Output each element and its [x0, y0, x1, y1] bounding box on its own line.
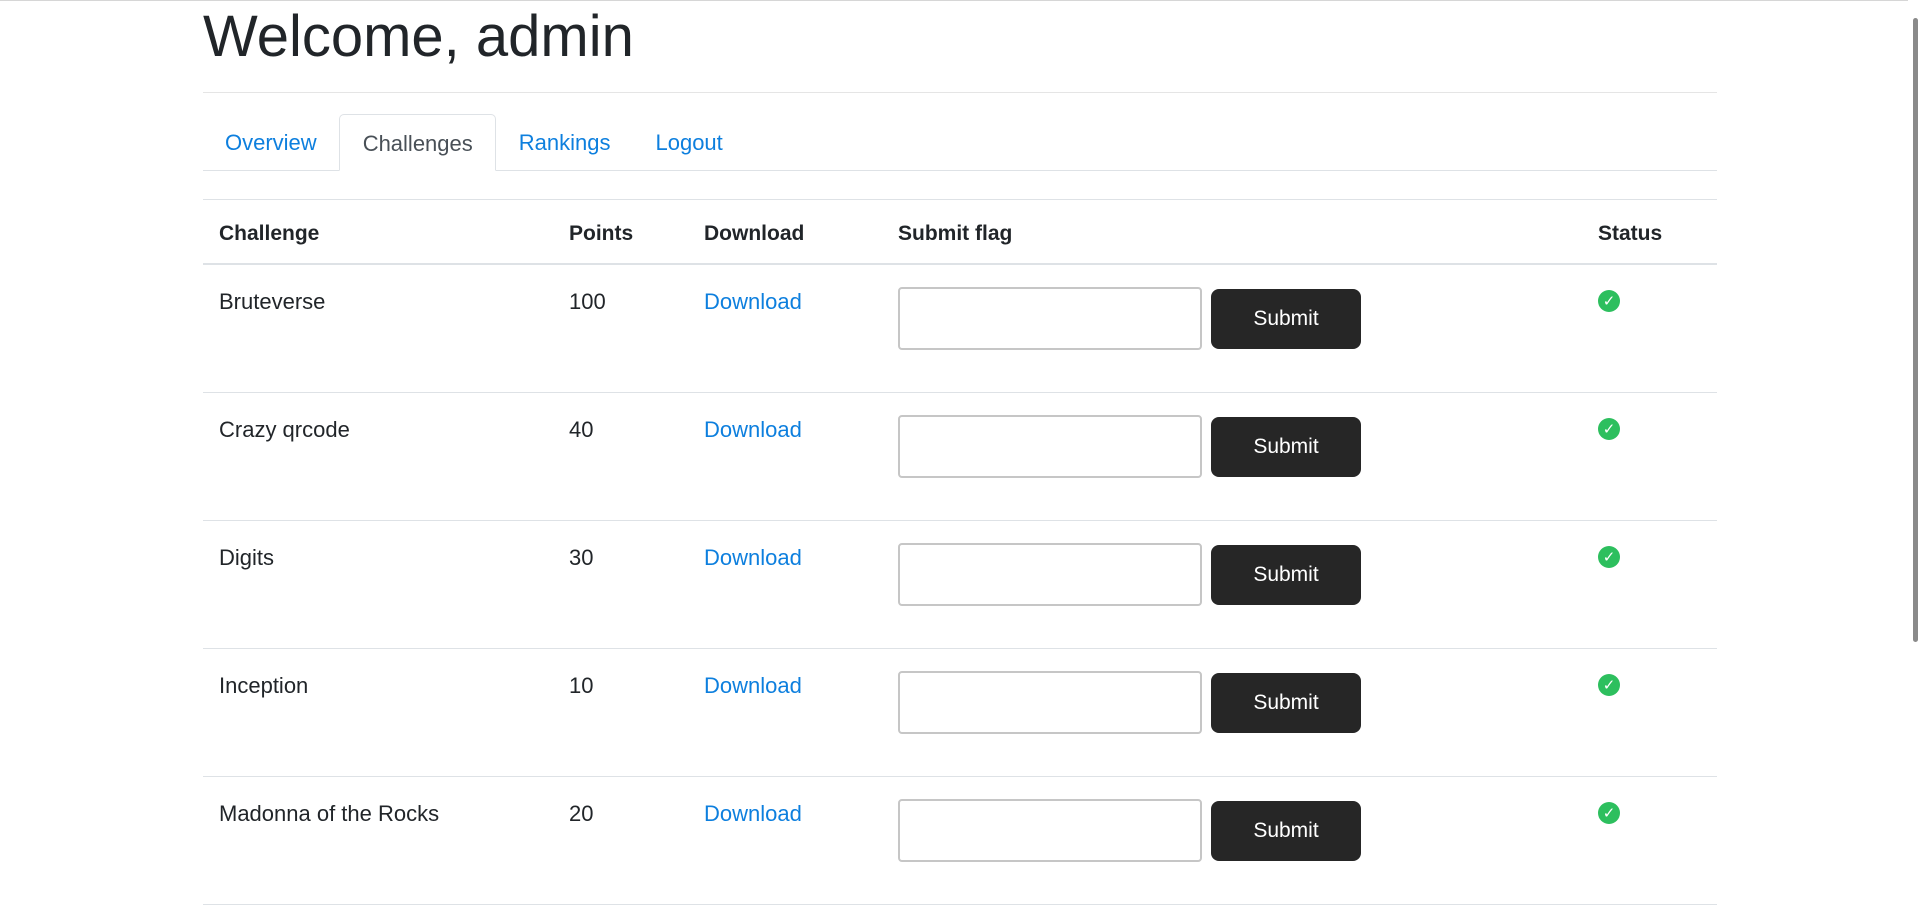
table-row: Inception 10 Download Submit ✓	[203, 649, 1717, 777]
challenges-table: Challenge Points Download Submit flag St…	[203, 199, 1717, 905]
header-points: Points	[569, 222, 634, 245]
challenge-name: Digits	[219, 545, 275, 570]
main-container: Welcome, admin Overview Challenges Ranki…	[203, 0, 1717, 905]
header-challenge: Challenge	[219, 222, 320, 245]
tab-logout[interactable]: Logout	[633, 114, 745, 169]
challenge-points: 100	[569, 289, 606, 314]
submit-button[interactable]: Submit	[1211, 673, 1361, 733]
flag-input[interactable]	[898, 543, 1202, 606]
flag-input[interactable]	[898, 415, 1202, 478]
download-link[interactable]: Download	[704, 673, 802, 699]
challenge-name: Crazy qrcode	[219, 417, 350, 442]
page-title: Welcome, admin	[203, 4, 634, 69]
table-row: Crazy qrcode 40 Download Submit ✓	[203, 393, 1717, 521]
check-circle-icon: ✓	[1598, 290, 1620, 312]
download-link[interactable]: Download	[704, 545, 802, 571]
download-link[interactable]: Download	[704, 801, 802, 827]
download-link[interactable]: Download	[704, 417, 802, 443]
challenge-points: 10	[569, 673, 594, 698]
challenge-name: Inception	[219, 673, 309, 698]
title-divider	[203, 92, 1717, 93]
challenge-name: Bruteverse	[219, 289, 326, 314]
header-submit-flag: Submit flag	[898, 222, 1013, 245]
flag-input[interactable]	[898, 287, 1202, 350]
challenge-points: 30	[569, 545, 594, 570]
flag-input[interactable]	[898, 671, 1202, 734]
table-row: Bruteverse 100 Download Submit ✓	[203, 265, 1717, 393]
submit-button[interactable]: Submit	[1211, 801, 1361, 861]
challenge-points: 20	[569, 801, 594, 826]
tab-challenges[interactable]: Challenges	[339, 114, 497, 171]
scrollbar-thumb[interactable]	[1913, 18, 1918, 642]
flag-input[interactable]	[898, 799, 1202, 862]
download-link[interactable]: Download	[704, 289, 802, 315]
check-circle-icon: ✓	[1598, 546, 1620, 568]
table-header-row: Challenge Points Download Submit flag St…	[203, 199, 1717, 265]
submit-button[interactable]: Submit	[1211, 289, 1361, 349]
tab-overview[interactable]: Overview	[203, 114, 339, 169]
challenge-name: Madonna of the Rocks	[219, 801, 440, 826]
check-circle-icon: ✓	[1598, 802, 1620, 824]
table-row: Digits 30 Download Submit ✓	[203, 521, 1717, 649]
check-circle-icon: ✓	[1598, 674, 1620, 696]
tab-rankings[interactable]: Rankings	[496, 114, 633, 169]
submit-button[interactable]: Submit	[1211, 417, 1361, 477]
submit-button[interactable]: Submit	[1211, 545, 1361, 605]
challenge-points: 40	[569, 417, 594, 442]
vertical-scrollbar[interactable]	[1908, 0, 1920, 835]
header-download: Download	[704, 222, 805, 245]
table-row: Madonna of the Rocks 20 Download Submit …	[203, 777, 1717, 905]
nav-tabs: Overview Challenges Rankings Logout	[203, 114, 1717, 171]
check-circle-icon: ✓	[1598, 418, 1620, 440]
header-status: Status	[1598, 222, 1663, 245]
